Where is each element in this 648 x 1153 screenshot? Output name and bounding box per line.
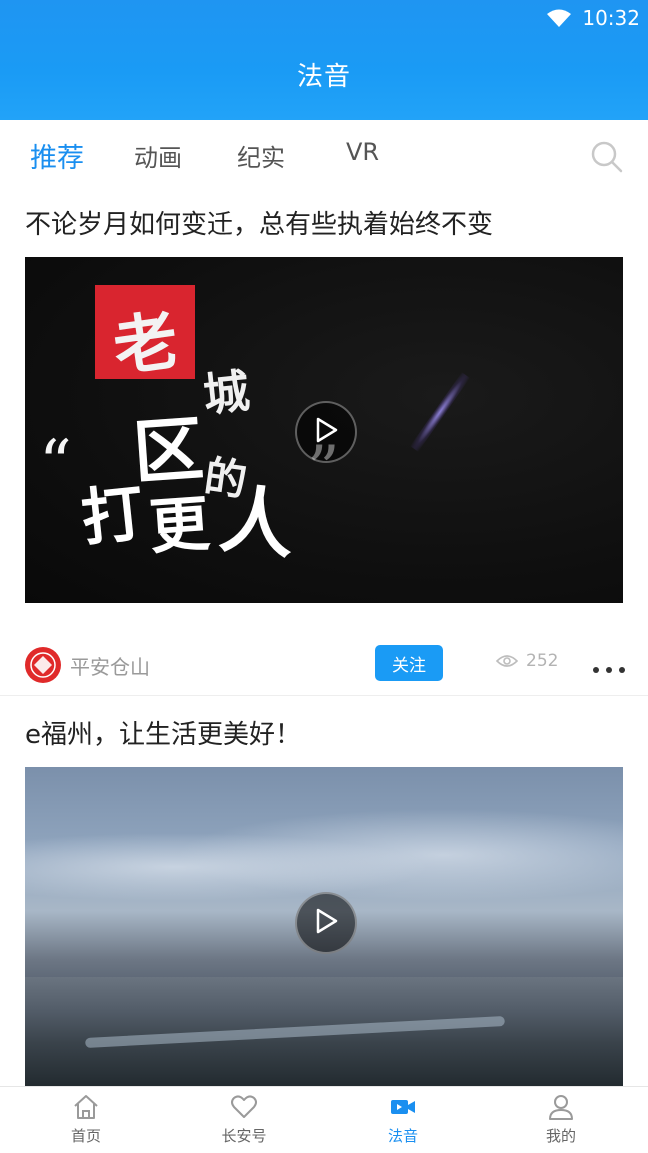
heart-icon: [230, 1093, 258, 1121]
home-icon: [72, 1093, 100, 1121]
video-thumbnail[interactable]: 老 城 区 的 “ 打 更 人 ”: [25, 257, 623, 603]
thumbnail-caption-char: 更: [147, 488, 212, 563]
video-camera-icon: [389, 1093, 417, 1121]
tab-vr[interactable]: VR: [346, 138, 379, 166]
video-title[interactable]: 不论岁月如何变迁，总有些执着始终不变: [25, 204, 493, 241]
play-button[interactable]: [295, 401, 357, 463]
thumbnail-caption-char: 人: [216, 476, 299, 570]
more-options-icon[interactable]: [592, 659, 626, 673]
nav-home[interactable]: 首页: [31, 1093, 141, 1146]
user-icon: [547, 1093, 575, 1121]
play-button[interactable]: [295, 891, 357, 954]
follow-button[interactable]: 关注: [375, 645, 443, 681]
video-title[interactable]: e福州，让生活更美好！: [25, 714, 301, 751]
app-header: 10:32 法音: [0, 0, 648, 120]
page-title: 法音: [296, 62, 351, 92]
thumbnail-caption-char: 打: [77, 475, 148, 556]
category-tabs: 推荐 动画 纪实 VR: [0, 120, 648, 192]
view-count: 252: [496, 651, 558, 671]
nav-changan[interactable]: 长安号: [189, 1093, 299, 1146]
tab-documentary[interactable]: 纪实: [237, 138, 285, 173]
nav-changan-label: 长安号: [221, 1127, 267, 1145]
status-bar: 10:32: [546, 6, 640, 30]
tab-recommended[interactable]: 推荐: [30, 136, 84, 175]
thumbnail-caption-char: 城: [200, 363, 253, 423]
eye-icon: [496, 655, 518, 667]
thumbnail-caption-char: 老: [108, 302, 183, 387]
nav-mine[interactable]: 我的: [506, 1093, 616, 1146]
tab-animation[interactable]: 动画: [134, 138, 182, 173]
video-thumbnail[interactable]: [25, 767, 623, 1087]
nav-fayin[interactable]: 法音: [348, 1093, 458, 1146]
thumbnail-light-streak: [410, 372, 470, 452]
search-icon[interactable]: [590, 140, 624, 174]
nav-mine-label: 我的: [545, 1127, 576, 1145]
nav-home-label: 首页: [70, 1127, 101, 1145]
bottom-navigation: 首页 长安号 法音 我的: [0, 1086, 648, 1153]
author-name[interactable]: 平安仓山: [70, 651, 150, 680]
nav-fayin-label: 法音: [387, 1127, 418, 1145]
view-count-value: 252: [526, 651, 559, 671]
wifi-icon: [546, 8, 572, 28]
video-meta-row: 平安仓山 关注 252: [0, 637, 648, 696]
status-time: 10:32: [582, 6, 640, 30]
thumbnail-caption-char: “: [39, 427, 72, 501]
author-avatar[interactable]: [25, 647, 61, 683]
